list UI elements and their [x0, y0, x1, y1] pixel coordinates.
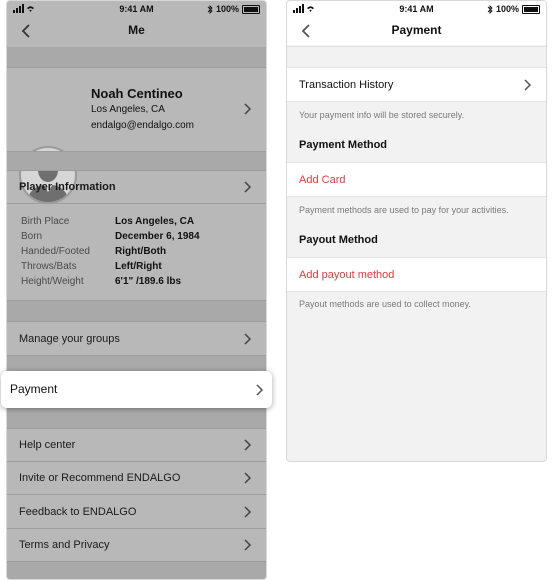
chevron-right-icon — [244, 181, 252, 193]
info-key: Handed/Footed — [21, 246, 90, 257]
invite-row[interactable]: Invite or Recommend ENDALGO — [7, 462, 266, 494]
chevron-right-icon — [256, 384, 264, 396]
chevron-right-icon — [244, 439, 252, 451]
payout-method-note: Payout methods are used to collect money… — [299, 299, 471, 309]
info-key: Born — [21, 231, 43, 242]
battery-percent: 100% — [215, 4, 239, 14]
invite-label: Invite or Recommend ENDALGO — [19, 472, 181, 484]
info-value: Right/Both — [115, 246, 167, 257]
navigation-bar: Payment — [287, 17, 546, 45]
navigation-bar: Me — [7, 17, 266, 45]
profile-row[interactable]: Noah Centineo Los Angeles, CA endalgo@en… — [7, 68, 266, 204]
manage-groups-row[interactable]: Manage your groups — [7, 322, 266, 355]
me-screen: 9:41 AM 100% Me Noah Centineo Los Angele… — [6, 0, 267, 580]
chevron-right-icon — [244, 506, 252, 518]
add-card-button[interactable]: Add Card — [287, 163, 546, 196]
payment-method-title: Payment Method — [299, 139, 388, 151]
profile-city: Los Angeles, CA — [91, 104, 165, 115]
page-title: Payment — [391, 23, 442, 37]
chevron-right-icon — [244, 472, 252, 484]
add-payout-method-label: Add payout method — [299, 268, 395, 281]
battery-icon — [522, 4, 540, 14]
info-value: Left/Right — [115, 261, 162, 272]
bluetooth-icon — [487, 4, 493, 14]
info-value: Los Angeles, CA — [115, 216, 195, 227]
chevron-right-icon — [244, 539, 252, 551]
payout-method-title: Payout Method — [299, 234, 378, 246]
section-spacer — [7, 47, 266, 67]
terms-row[interactable]: Terms and Privacy — [7, 529, 266, 561]
chevron-right-icon — [244, 333, 252, 345]
chevron-right-icon — [244, 103, 252, 115]
info-key: Throws/Bats — [21, 261, 77, 272]
help-center-row[interactable]: Help center — [7, 429, 266, 461]
transaction-history-label: Transaction History — [299, 78, 394, 91]
info-key: Birth Place — [21, 216, 70, 227]
feedback-row[interactable]: Feedback to ENDALGO — [7, 495, 266, 528]
player-information-row[interactable]: Player Information — [7, 171, 266, 203]
payment-row[interactable]: Payment — [1, 371, 272, 408]
info-key: Height/Weight — [21, 276, 84, 287]
terms-label: Terms and Privacy — [19, 539, 110, 551]
add-payout-method-button[interactable]: Add payout method — [287, 258, 546, 291]
secure-note: Your payment info will be stored securel… — [299, 110, 465, 120]
bluetooth-icon — [207, 4, 213, 14]
chevron-right-icon — [524, 79, 532, 91]
battery-percent: 100% — [495, 4, 519, 14]
info-value: 6'1" /189.6 lbs — [115, 276, 182, 287]
status-bar: 9:41 AM 100% — [287, 1, 546, 17]
feedback-label: Feedback to ENDALGO — [19, 505, 137, 518]
add-card-label: Add Card — [299, 173, 346, 186]
player-information-title: Player Information — [19, 181, 116, 193]
payment-method-note: Payment methods are used to pay for your… — [299, 205, 509, 215]
info-value: December 6, 1984 — [115, 231, 200, 242]
payment-screen: 9:41 AM 100% Payment Transaction History… — [286, 0, 547, 462]
page-title: Me — [128, 23, 145, 37]
battery-icon — [242, 4, 260, 14]
transaction-history-row[interactable]: Transaction History — [287, 68, 546, 101]
payment-label: Payment — [10, 382, 58, 396]
profile-email: endalgo@endalgo.com — [91, 120, 195, 131]
status-bar: 9:41 AM 100% — [7, 1, 266, 17]
help-center-label: Help center — [19, 439, 76, 451]
profile-name: Noah Centineo — [91, 86, 183, 101]
manage-groups-label: Manage your groups — [19, 332, 120, 345]
